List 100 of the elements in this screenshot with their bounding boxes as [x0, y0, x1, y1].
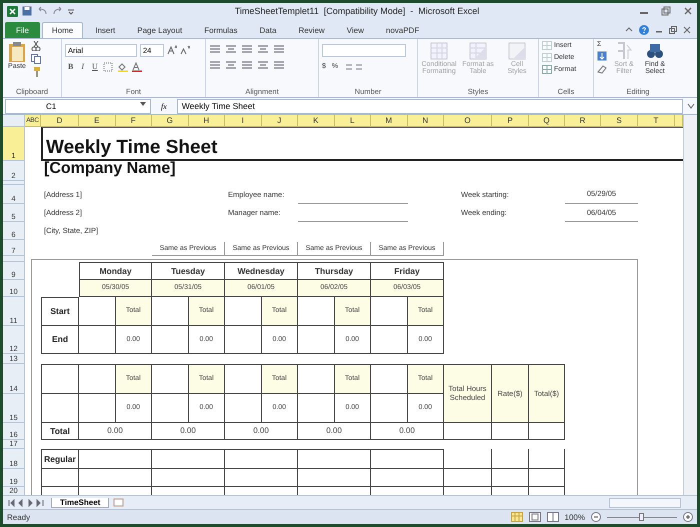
- column-header[interactable]: E: [79, 114, 116, 127]
- zoom-out-icon[interactable]: [591, 512, 601, 522]
- table-cell[interactable]: [152, 468, 225, 487]
- day-total: 0.00: [371, 422, 444, 440]
- table-cell[interactable]: [444, 422, 492, 440]
- table-cell[interactable]: [298, 326, 334, 354]
- table-cell[interactable]: [371, 394, 408, 423]
- table-cell[interactable]: [371, 468, 444, 487]
- horizontal-scrollbar[interactable]: [609, 498, 681, 508]
- bold-button[interactable]: B: [65, 62, 76, 72]
- table-cell[interactable]: [225, 326, 262, 354]
- table-cell[interactable]: [152, 394, 188, 423]
- column-header[interactable]: S: [601, 114, 638, 127]
- column-header[interactable]: Q: [529, 114, 565, 127]
- column-header[interactable]: P: [492, 114, 529, 127]
- ribbon-tab[interactable]: Insert: [85, 22, 126, 38]
- fill-icon[interactable]: [597, 50, 607, 61]
- table-cell[interactable]: [492, 422, 529, 440]
- sheet-tab[interactable]: TimeSheet: [51, 498, 110, 508]
- table-cell[interactable]: [152, 448, 225, 469]
- save-icon[interactable]: [22, 6, 32, 16]
- insert-sheet-icon[interactable]: [113, 498, 126, 508]
- table-cell[interactable]: [444, 448, 492, 469]
- page-layout-icon[interactable]: [528, 512, 541, 522]
- vertical-align-icon[interactable]: [241, 44, 253, 54]
- vertical-scrollbar[interactable]: [683, 114, 697, 496]
- restore-icon[interactable]: [661, 6, 671, 16]
- align-text-icon[interactable]: [257, 60, 269, 70]
- underline-button[interactable]: U: [89, 62, 101, 72]
- table-cell[interactable]: [79, 468, 152, 487]
- column-header[interactable]: O: [444, 114, 492, 127]
- column-header[interactable]: T: [638, 114, 675, 127]
- table-cell[interactable]: [529, 448, 565, 469]
- table-cell[interactable]: [225, 394, 262, 423]
- vertical-align-icon[interactable]: [257, 44, 269, 54]
- table-cell[interactable]: [444, 468, 492, 487]
- table-cell[interactable]: [79, 394, 116, 423]
- table-cell[interactable]: [492, 448, 529, 469]
- table-cell[interactable]: [298, 394, 334, 423]
- table-cell[interactable]: [225, 468, 298, 487]
- format-painter-icon[interactable]: [31, 66, 41, 77]
- column-header[interactable]: G: [152, 114, 188, 127]
- expand-caret-icon[interactable]: [687, 102, 695, 110]
- ribbon-tab[interactable]: Page Layout: [127, 22, 192, 38]
- vertical-align-icon[interactable]: [209, 44, 221, 54]
- table-cell[interactable]: [529, 468, 565, 487]
- zoom-level[interactable]: 100%: [564, 512, 585, 522]
- column-header[interactable]: K: [298, 114, 334, 127]
- redo-icon[interactable]: [52, 6, 64, 16]
- table-cell[interactable]: [371, 326, 408, 354]
- close-icon[interactable]: [683, 6, 693, 16]
- grow-font-icon[interactable]: [167, 45, 177, 56]
- column-header[interactable]: R: [565, 114, 601, 127]
- undo-icon[interactable]: [36, 6, 48, 16]
- align-text-icon[interactable]: [241, 60, 253, 70]
- vertical-align-icon[interactable]: [225, 44, 237, 54]
- table-cell[interactable]: [371, 448, 444, 469]
- decimal-icon[interactable]: [344, 62, 364, 72]
- ribbon-tab[interactable]: Formulas: [194, 22, 248, 38]
- ribbon-tab[interactable]: View: [336, 22, 374, 38]
- ribbon-tab[interactable]: Data: [250, 22, 286, 38]
- italic-button[interactable]: I: [78, 62, 88, 72]
- table-cell[interactable]: [298, 468, 371, 487]
- minimize-ribbon-icon[interactable]: [625, 26, 633, 34]
- cut-icon[interactable]: [31, 40, 41, 51]
- font-color-icon[interactable]: [130, 62, 143, 72]
- dropdown-caret-icon[interactable]: [140, 100, 146, 107]
- copy-icon[interactable]: [31, 54, 41, 64]
- table-cell[interactable]: [492, 468, 529, 487]
- ribbon-tab[interactable]: novaPDF: [376, 22, 430, 38]
- align-text-icon[interactable]: [209, 60, 221, 70]
- ribbon-tab[interactable]: Review: [288, 22, 335, 38]
- insert-function-button[interactable]: fx: [155, 102, 173, 111]
- shrink-font-icon[interactable]: [180, 45, 190, 56]
- table-cell[interactable]: [79, 448, 152, 469]
- restore-icon[interactable]: [669, 26, 677, 34]
- zoom-in-icon[interactable]: [683, 512, 693, 522]
- help-icon[interactable]: [639, 24, 649, 35]
- column-header[interactable]: M: [371, 114, 408, 127]
- align-text-icon[interactable]: [225, 60, 237, 70]
- borders-icon[interactable]: [102, 62, 115, 72]
- vertical-align-icon[interactable]: [273, 44, 285, 54]
- eraser-icon[interactable]: [597, 64, 607, 74]
- table-cell[interactable]: [298, 448, 371, 469]
- table-cell[interactable]: [152, 326, 188, 354]
- table-cell[interactable]: [225, 448, 298, 469]
- file-tab[interactable]: File: [5, 22, 40, 38]
- align-text-icon[interactable]: [273, 60, 285, 70]
- zoom-slider-thumb[interactable]: [639, 512, 644, 521]
- name-box[interactable]: C1: [5, 98, 151, 114]
- close-icon[interactable]: [683, 26, 691, 34]
- column-header[interactable]: D: [41, 114, 79, 127]
- formula-field[interactable]: Weekly Time Sheet: [176, 98, 683, 114]
- table-cell[interactable]: [529, 422, 565, 440]
- column-header[interactable]: I: [225, 114, 262, 127]
- table-cell[interactable]: [79, 326, 116, 354]
- page-break-icon[interactable]: [546, 512, 559, 522]
- number-format-field[interactable]: [322, 44, 406, 57]
- fill-color-icon[interactable]: [116, 62, 129, 72]
- ribbon-tab[interactable]: Home: [42, 22, 84, 38]
